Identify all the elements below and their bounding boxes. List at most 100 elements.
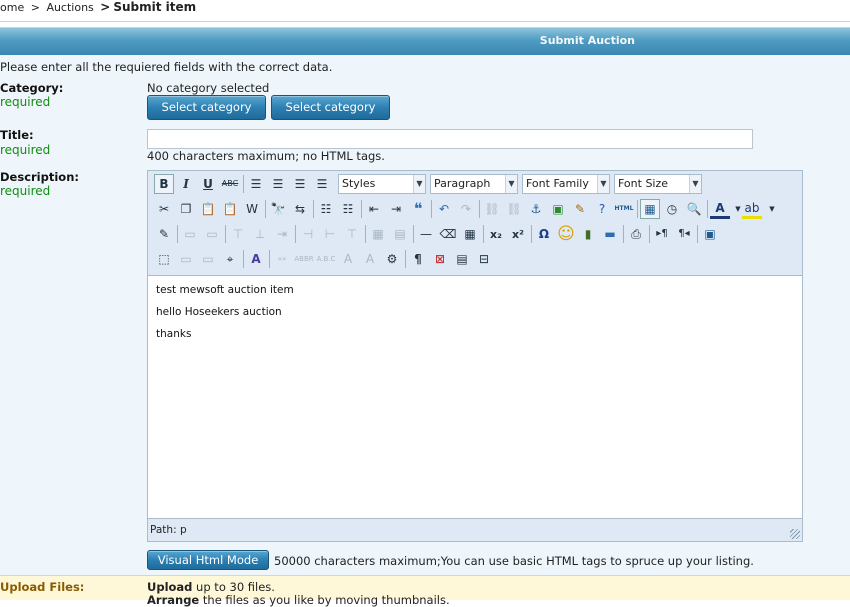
edit-css-icon[interactable]: ✎	[154, 224, 174, 244]
resize-handle-icon[interactable]	[790, 529, 800, 539]
replace-icon[interactable]: ⇆	[290, 199, 310, 219]
insert-time-icon[interactable]: ◷	[662, 199, 682, 219]
move-forward-icon[interactable]: ▭	[176, 249, 196, 269]
delete-col-icon[interactable]: ⊤	[342, 224, 362, 244]
bullet-list-icon[interactable]: ☷	[316, 199, 336, 219]
help-icon[interactable]: ?	[592, 199, 612, 219]
preview-icon[interactable]: 🔍	[684, 199, 704, 219]
redo-icon[interactable]: ↷	[456, 199, 476, 219]
paste-word-icon[interactable]: W	[242, 199, 262, 219]
unlink-icon[interactable]: ⛓	[504, 199, 524, 219]
highlight-color-icon[interactable]: ab	[742, 199, 762, 219]
font-color-icon[interactable]: A	[710, 199, 730, 219]
outdent-icon[interactable]: ⇤	[364, 199, 384, 219]
format-dropdown-value: Paragraph	[434, 177, 491, 190]
table-icon[interactable]: ▦	[460, 224, 480, 244]
special-char-icon[interactable]: Ω	[534, 224, 554, 244]
editor-line: thanks	[156, 328, 192, 340]
chevron-down-icon[interactable]: ▼	[762, 199, 782, 219]
image-icon[interactable]: ▣	[548, 199, 568, 219]
ins-icon[interactable]: A	[360, 249, 380, 269]
copy-icon[interactable]: ❐	[176, 199, 196, 219]
layer-icon[interactable]: ▭	[202, 224, 222, 244]
upload-hint-2-rest: the files as you like by moving thumbnai…	[199, 593, 450, 607]
insert-layer-icon-2[interactable]: ⬚	[154, 249, 174, 269]
col-after-icon[interactable]: ⊢	[320, 224, 340, 244]
breadcrumb-divider	[0, 21, 850, 22]
editor-line: hello Hoseekers auction	[156, 306, 282, 318]
html-source-icon[interactable]: HTML	[614, 199, 634, 219]
title-input[interactable]	[147, 129, 753, 149]
template-icon[interactable]: ▤	[452, 249, 472, 269]
insert-date-icon[interactable]: ▦	[640, 199, 660, 219]
upload-hint-2-bold: Arrange	[147, 593, 200, 607]
page-break-icon[interactable]: ⊟	[474, 249, 494, 269]
paste-icon[interactable]: 📋	[198, 199, 218, 219]
visual-chars-icon[interactable]: ¶	[408, 249, 428, 269]
rich-text-editor: B I U ABC ☰ ☰ ☰ ☰ Styles ▼ Paragraph ▼ Fon…	[147, 170, 803, 542]
align-right-icon[interactable]: ☰	[290, 174, 310, 194]
insert-layer-icon[interactable]: ▭	[180, 224, 200, 244]
format-dropdown[interactable]: Paragraph ▼	[430, 174, 518, 194]
paste-text-icon[interactable]: 📋	[220, 199, 240, 219]
subscript-icon[interactable]: x₂	[486, 224, 506, 244]
font-size-dropdown[interactable]: Font Size ▼	[614, 174, 702, 194]
category-label: Category:	[0, 81, 64, 95]
select-category-button[interactable]: Select category	[147, 95, 266, 120]
underline-icon[interactable]: U	[198, 174, 218, 194]
strikethrough-icon[interactable]: ABC	[220, 174, 240, 194]
rtl-icon[interactable]: ¶◂	[674, 224, 694, 244]
description-label: Description:	[0, 170, 79, 184]
upload-section: Upload Files: Upload up to 30 files. Arr…	[0, 575, 850, 607]
acronym-icon[interactable]: A.B.C	[316, 249, 336, 269]
cleanup-icon[interactable]: ✎	[570, 199, 590, 219]
split-cells-icon[interactable]: ▦	[368, 224, 388, 244]
attributes-icon[interactable]: ⚙	[382, 249, 402, 269]
breadcrumb-home-link[interactable]: ome	[0, 1, 24, 14]
ltr-icon[interactable]: ▸¶	[652, 224, 672, 244]
absolute-position-icon[interactable]: ⌖	[220, 249, 240, 269]
cite-icon[interactable]: «»	[272, 249, 292, 269]
print-icon[interactable]: ⎙	[626, 224, 646, 244]
non-breaking-icon[interactable]: ⊠	[430, 249, 450, 269]
media-icon[interactable]: ▮	[578, 224, 598, 244]
move-backward-icon[interactable]: ▭	[198, 249, 218, 269]
align-justify-icon[interactable]: ☰	[312, 174, 332, 194]
category-required: required	[0, 95, 51, 109]
table-row-after-icon[interactable]: ⊥	[250, 224, 270, 244]
chevron-down-icon: ▼	[413, 175, 425, 193]
col-before-icon[interactable]: ⊣	[298, 224, 318, 244]
font-family-dropdown[interactable]: Font Family ▼	[522, 174, 610, 194]
bold-icon[interactable]: B	[154, 174, 174, 194]
description-required: required	[0, 184, 51, 198]
select-category-button-2[interactable]: Select category	[271, 95, 390, 120]
visual-html-mode-button[interactable]: Visual Html Mode	[147, 550, 269, 570]
superscript-icon[interactable]: x²	[508, 224, 528, 244]
advanced-hr-icon[interactable]: ▬	[600, 224, 620, 244]
numbered-list-icon[interactable]: ☷	[338, 199, 358, 219]
italic-icon[interactable]: I	[176, 174, 196, 194]
cut-icon[interactable]: ✂	[154, 199, 174, 219]
styles-dropdown[interactable]: Styles ▼	[338, 174, 426, 194]
breadcrumb-separator: >	[30, 1, 40, 14]
align-left-icon[interactable]: ☰	[246, 174, 266, 194]
remove-format-icon[interactable]: ⌫	[438, 224, 458, 244]
styleprops-icon[interactable]: A	[246, 249, 266, 269]
undo-icon[interactable]: ↶	[434, 199, 454, 219]
fullscreen-icon[interactable]: ▣	[700, 224, 720, 244]
link-icon[interactable]: ⛓	[482, 199, 502, 219]
merge-cells-icon[interactable]: ▤	[390, 224, 410, 244]
smiley-icon[interactable]: ☺	[556, 224, 576, 244]
table-row-before-icon[interactable]: ⊤	[228, 224, 248, 244]
anchor-icon[interactable]: ⚓	[526, 199, 546, 219]
delete-row-icon[interactable]: ⇥	[272, 224, 292, 244]
blockquote-icon[interactable]: ❝	[408, 199, 428, 219]
align-center-icon[interactable]: ☰	[268, 174, 288, 194]
abbr-icon[interactable]: ABBR	[294, 249, 314, 269]
breadcrumb-auctions-link[interactable]: Auctions	[46, 1, 93, 14]
del-icon[interactable]: A	[338, 249, 358, 269]
editor-content-area[interactable]: test mewsoft auction item hello Hoseeker…	[148, 275, 802, 519]
find-icon[interactable]: 🔭	[268, 199, 288, 219]
horizontal-rule-icon[interactable]: —	[416, 224, 436, 244]
indent-icon[interactable]: ⇥	[386, 199, 406, 219]
